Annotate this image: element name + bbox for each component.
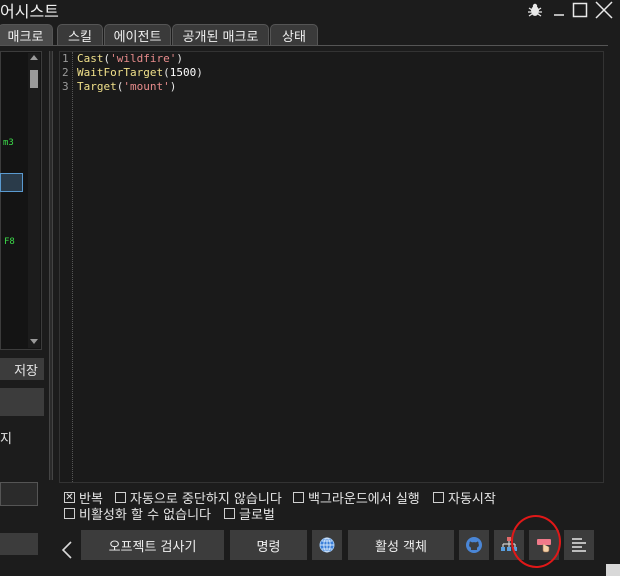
left-panel-bottom-button[interactable] — [0, 533, 38, 555]
code-paren: ) — [176, 52, 183, 65]
global-label: 글로벌 — [239, 508, 275, 523]
minimize-icon[interactable] — [548, 0, 570, 20]
github-icon[interactable] — [459, 530, 489, 560]
run-in-background-label: 백그라운드에서 실행 — [308, 492, 420, 507]
save-button[interactable]: 저장 — [0, 358, 44, 380]
autostart-checkbox[interactable]: 자동시작 — [433, 488, 496, 507]
code-paren: ) — [169, 80, 177, 93]
annotation-circle — [508, 512, 564, 571]
scroll-up-icon[interactable] — [30, 55, 38, 60]
left-panel-label: 지 — [0, 432, 12, 447]
tab-public-macros[interactable]: 공개된 매크로 — [172, 24, 269, 45]
align-left-icon[interactable] — [564, 530, 594, 560]
scroll-down-icon[interactable] — [30, 339, 38, 344]
checkbox-icon[interactable] — [64, 508, 75, 519]
close-icon[interactable] — [593, 0, 615, 20]
line-number: 1 — [62, 52, 69, 65]
tab-status[interactable]: 상태 — [270, 24, 318, 45]
global-checkbox[interactable]: 글로벌 — [224, 504, 275, 523]
line-number-gutter — [60, 52, 73, 482]
macro-list-scrollbar[interactable] — [28, 53, 40, 348]
macro-list-scroll-thumb[interactable] — [30, 70, 38, 88]
resize-grip[interactable] — [606, 564, 620, 576]
checkbox-icon[interactable] — [293, 492, 304, 503]
chevron-left-icon[interactable] — [60, 540, 74, 560]
line-number: 3 — [62, 80, 69, 93]
code-editor[interactable] — [59, 51, 604, 483]
checkbox-checked-icon[interactable]: ✕ — [64, 492, 75, 503]
cannot-disable-label: 비활성화 할 수 없습니다 — [79, 508, 211, 523]
code-line[interactable]: WaitForTarget(1500) — [77, 66, 203, 79]
macro-list-item-selected[interactable] — [0, 173, 23, 192]
line-number: 2 — [62, 66, 69, 79]
window-title: 어시스트 — [0, 2, 59, 21]
active-objects-button[interactable]: 활성 객체 — [348, 530, 454, 560]
macro-list-item[interactable]: F8 — [4, 237, 15, 247]
tab-macro[interactable]: 매크로 — [0, 24, 53, 45]
code-function: Target — [77, 80, 117, 93]
code-paren: ) — [196, 66, 203, 79]
code-function: Cast — [77, 52, 104, 65]
checkbox-icon[interactable] — [115, 492, 126, 503]
code-line[interactable]: Cast('wildfire') — [77, 52, 183, 65]
object-inspector-button[interactable]: 오프젝트 검사기 — [81, 530, 224, 560]
cannot-disable-checkbox[interactable]: 비활성화 할 수 없습니다 — [64, 504, 211, 523]
code-string: 'wildfire' — [110, 52, 177, 65]
code-paren: ( — [163, 66, 170, 79]
commands-button[interactable]: 명령 — [230, 530, 307, 560]
tab-skills[interactable]: 스킬 — [57, 24, 103, 45]
code-string: 'mount' — [123, 80, 170, 93]
tab-agent[interactable]: 에이전트 — [104, 24, 171, 45]
code-number: 1500 — [169, 66, 197, 79]
checkbox-icon[interactable] — [433, 492, 444, 503]
tab-divider — [0, 45, 608, 46]
code-line[interactable]: Target('mount') — [77, 80, 176, 93]
code-function: WaitForTarget — [77, 66, 164, 79]
globe-icon[interactable] — [312, 530, 342, 560]
maximize-icon[interactable] — [569, 0, 591, 20]
checkbox-icon[interactable] — [224, 508, 235, 519]
run-in-background-checkbox[interactable]: 백그라운드에서 실행 — [293, 488, 420, 507]
left-panel-button[interactable] — [0, 388, 44, 416]
bug-icon[interactable] — [524, 0, 546, 20]
macro-list-item[interactable]: m3 — [3, 138, 14, 148]
autostart-label: 자동시작 — [448, 492, 496, 507]
left-panel-input[interactable] — [0, 482, 38, 506]
panel-splitter[interactable] — [49, 51, 53, 480]
